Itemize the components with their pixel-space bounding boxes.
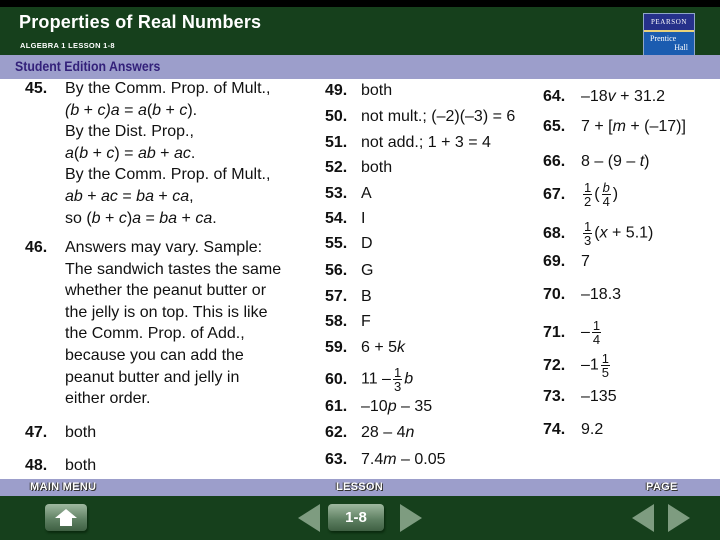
fraction: 13 [392,365,403,394]
course-lesson-subtitle: ALGEBRA 1 LESSON 1-8 [20,41,115,50]
answer-51: 51. not add.; 1 + 3 = 4 [325,134,491,151]
header: Properties of Real Numbers ALGEBRA 1 LES… [0,7,720,57]
logo-hall-text: Hall [674,43,688,52]
answer-72: 72. –1 1 5 [543,351,611,380]
answer-65: 65. 7 + [m + (–17)] [543,118,686,135]
answer-69: 69. 7 [543,253,590,270]
answer-60: 60. 11 –1 3 b [325,365,414,394]
answer-50: 50. not mult.; (–2)(–3) = 6 [325,108,516,125]
page-title: Properties of Real Numbers [19,12,262,32]
answers-content: 45. By the Comm. Prop. of Mult., (b + c)a… [0,79,720,479]
answer-46: 46. Answers may vary. Sample: The sandwic… [25,239,282,408]
answer-47: 47. both [25,424,97,441]
fraction: 12 [583,180,593,209]
answer-55: 55. D [325,235,373,252]
answer-56: 56. G [325,262,374,279]
answer-66: 66. 8 – (9 – t) [543,153,650,170]
previous-page-button[interactable] [632,504,654,532]
footer-label-band: MAIN MENU LESSON PAGE [0,479,720,496]
pearson-prentice-hall-logo: PEARSON Prentice Hall [643,13,695,57]
fraction: 15 [600,351,611,380]
answer-71: 71. –1 4 [543,318,602,347]
answer-line: ab + ac = ba + ca, [65,187,194,205]
logo-prentice-text: Prentice [650,34,677,43]
answer-67: 67. 1 2(b 4) [543,180,619,209]
answer-68: 68. 1 3 (x + 5.1) [543,219,654,248]
answer-63: 63. 7.4m – 0.05 [325,451,446,468]
answer-73: 73. –135 [543,388,617,405]
next-lesson-button[interactable] [400,504,422,532]
answer-number: 46. [25,239,48,256]
answer-line: so (b + c)a = ba + ca. [65,209,217,227]
section-band: Student Edition Answers [0,55,720,79]
answer-54: 54. I [325,210,366,227]
answer-45: 45. By the Comm. Prop. of Mult., (b + c)a… [25,78,270,229]
lesson-number: 1-8 [345,509,367,526]
main-menu-label: MAIN MENU [30,481,97,493]
home-icon [55,509,77,526]
answer-57: 57. B [325,288,372,305]
lesson-label: LESSON [336,481,384,493]
lesson-number-button[interactable]: 1-8 [328,504,384,531]
next-page-button[interactable] [668,504,690,532]
main-menu-button[interactable] [45,504,87,531]
answer-58: 58. F [325,313,371,330]
answer-62: 62. 28 – 4n [325,424,415,441]
fraction: b4 [601,180,611,209]
top-black-strip [0,0,720,7]
fraction: 14 [591,318,602,347]
fraction: 13 [583,219,593,248]
answer-59: 59. 6 + 5k [325,339,406,356]
previous-lesson-button[interactable] [298,504,320,532]
answer-70: 70. –18.3 [543,286,622,303]
answer-53: 53. A [325,185,372,202]
answer-64: 64. –18v + 31.2 [543,88,666,105]
answer-48: 48. both [25,457,97,474]
section-title: Student Edition Answers [15,58,161,74]
page-label: PAGE [646,481,678,493]
answer-line: (b + c)a = a(b + c). [65,101,198,119]
logo-pearson-text: PEARSON [644,14,694,32]
answer-number: 45. [25,80,48,97]
answer-52: 52. both [325,159,393,176]
answer-61: 61. –10p – 35 [325,398,433,415]
answer-74: 74. 9.2 [543,421,604,438]
footer-nav: 1-8 [0,496,720,540]
answer-49: 49. both [325,82,393,99]
answer-line: a(b + c) = ab + ac. [65,144,196,162]
